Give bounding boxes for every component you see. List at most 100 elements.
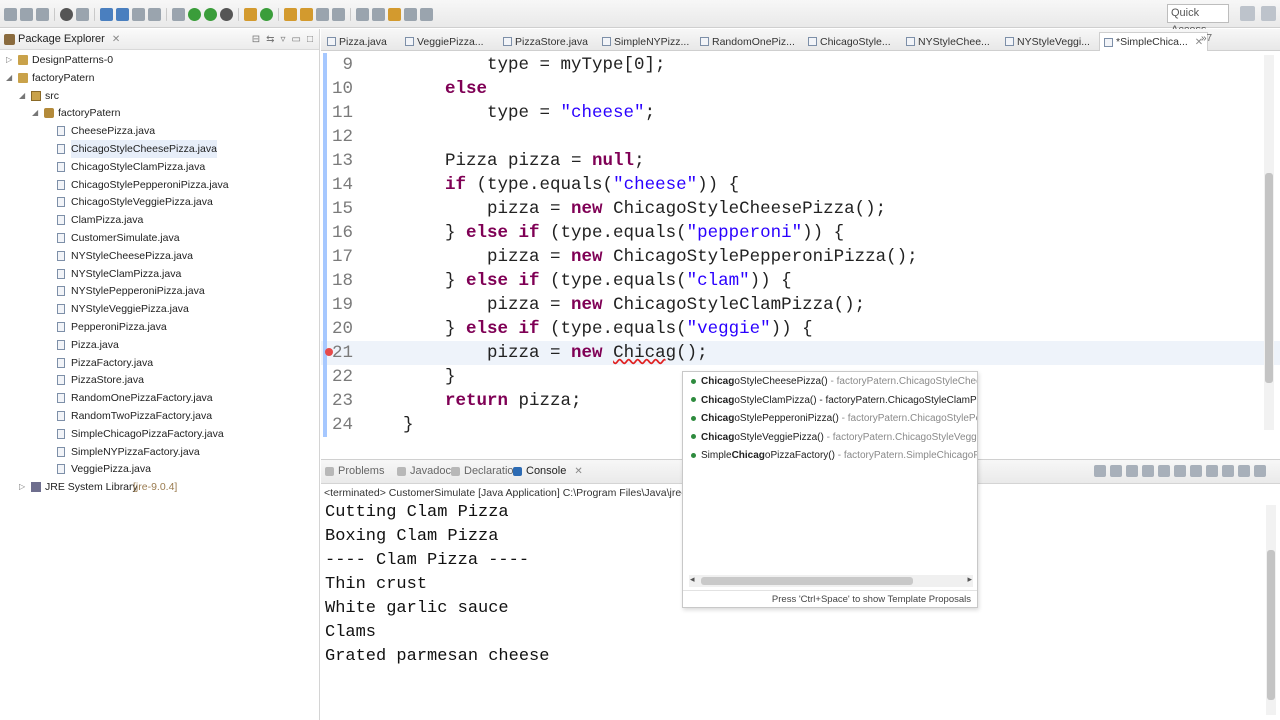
code-line[interactable]: 12: [321, 125, 1280, 149]
java-perspective-icon[interactable]: [1261, 6, 1276, 21]
proposal-item[interactable]: SimpleChicagoPizzaFactory() - factoryPat…: [691, 447, 977, 465]
tree-item[interactable]: ChicagoStylePepperoniPizza.java: [0, 176, 320, 194]
code-line[interactable]: 9 type = myType[0];: [321, 53, 1280, 77]
editor-scrollbar[interactable]: [1264, 55, 1274, 430]
close-icon[interactable]: ✕: [574, 466, 582, 477]
tree-item[interactable]: Pizza.java: [0, 336, 320, 354]
back-icon[interactable]: [404, 7, 417, 21]
last-edit-icon[interactable]: [388, 7, 401, 21]
tree-item[interactable]: SimpleNYPizzaFactory.java: [0, 443, 320, 461]
prev-annotation-icon[interactable]: [372, 7, 385, 21]
open-task-icon[interactable]: [300, 7, 313, 21]
maximize-icon[interactable]: [1254, 465, 1266, 477]
debug-icon[interactable]: [172, 7, 185, 21]
quick-access-field[interactable]: Quick Access: [1167, 4, 1229, 36]
code-line[interactable]: 21 pizza = new Chicag();: [321, 341, 1280, 365]
terminal-icon[interactable]: [76, 7, 89, 21]
expanded-arrow-icon[interactable]: ◢: [19, 91, 28, 100]
new-class-icon[interactable]: [260, 7, 273, 21]
console-scrollbar-thumb[interactable]: [1267, 550, 1275, 700]
code-line[interactable]: 17 pizza = new ChicagoStylePepperoniPizz…: [321, 245, 1280, 269]
maximize-icon[interactable]: □: [307, 34, 313, 45]
annotation-icon[interactable]: [332, 7, 345, 21]
terminate-icon[interactable]: [1094, 465, 1106, 477]
word-wrap-icon[interactable]: [1174, 465, 1186, 477]
proposal-item[interactable]: ChicagoStyleClamPizza() - factoryPatern.…: [691, 392, 977, 410]
tree-item[interactable]: ▷ JRE System Library [jre-9.0.4]: [0, 478, 320, 496]
open-perspective-icon[interactable]: [1240, 6, 1255, 21]
tree-item[interactable]: SimpleChicagoPizzaFactory.java: [0, 425, 320, 443]
tree-item[interactable]: PepperoniPizza.java: [0, 318, 320, 336]
open-console-icon[interactable]: [1222, 465, 1234, 477]
tree-item[interactable]: ChicagoStyleCheesePizza.java: [0, 139, 320, 158]
tree-item[interactable]: RandomOnePizzaFactory.java: [0, 389, 320, 407]
pin-console-icon[interactable]: [1190, 465, 1202, 477]
editor-tab[interactable]: PizzaStore.java: [503, 32, 588, 51]
minimize-icon[interactable]: [1238, 465, 1250, 477]
tree-item[interactable]: ◢ src: [0, 87, 320, 105]
scroll-lock-icon[interactable]: [1158, 465, 1170, 477]
new-file-icon[interactable]: [4, 7, 17, 21]
proposal-item[interactable]: ChicagoStylePepperoniPizza() - factoryPa…: [691, 410, 977, 428]
tree-item[interactable]: ◢ factoryPatern: [0, 69, 320, 87]
remove-all-icon[interactable]: [1126, 465, 1138, 477]
editor-scrollbar-thumb[interactable]: [1265, 173, 1273, 383]
link-editor-icon[interactable]: ⇆: [266, 34, 274, 45]
tree-item[interactable]: NYStyleVeggiePizza.java: [0, 300, 320, 318]
tab-overflow-indicator[interactable]: »7: [1201, 33, 1212, 44]
tree-item[interactable]: PizzaFactory.java: [0, 354, 320, 372]
console-scrollbar[interactable]: [1266, 505, 1276, 715]
editor-tab[interactable]: VeggiePizza...: [405, 32, 484, 51]
code-line[interactable]: 16 } else if (type.equals("pepperoni")) …: [321, 221, 1280, 245]
tree-item[interactable]: VeggiePizza.java: [0, 460, 320, 478]
proposal-item[interactable]: ChicagoStyleVeggiePizza() - factoryPater…: [691, 429, 977, 447]
tree-item[interactable]: NYStylePepperoniPizza.java: [0, 282, 320, 300]
run-icon[interactable]: [188, 7, 201, 21]
coverage-icon[interactable]: [204, 7, 217, 21]
save-icon[interactable]: [20, 7, 33, 21]
minimize-icon[interactable]: ▭: [292, 34, 301, 45]
editor-tab[interactable]: RandomOnePiz...: [700, 32, 795, 51]
external-tools-icon[interactable]: [220, 7, 233, 21]
collapsed-arrow-icon[interactable]: ▷: [19, 482, 28, 491]
proposal-scrollbar-thumb[interactable]: [701, 577, 913, 585]
settings-icon[interactable]: [60, 7, 73, 21]
tree-item[interactable]: ChicagoStyleVeggiePizza.java: [0, 193, 320, 211]
code-line[interactable]: 11 type = "cheese";: [321, 101, 1280, 125]
tree-item[interactable]: RandomTwoPizzaFactory.java: [0, 407, 320, 425]
show-whitespace-icon[interactable]: [148, 7, 161, 21]
view-menu-icon[interactable]: ▿: [280, 34, 285, 45]
search-icon[interactable]: [316, 7, 329, 21]
block-selection-icon[interactable]: [132, 7, 145, 21]
save-all-icon[interactable]: [36, 7, 49, 21]
open-type-icon[interactable]: [284, 7, 297, 21]
mark-occurrences-icon[interactable]: [100, 7, 113, 21]
tree-item[interactable]: CustomerSimulate.java: [0, 229, 320, 247]
editor-tab[interactable]: *SimpleChica... ✕: [1099, 32, 1209, 51]
scroll-left-icon[interactable]: ◂: [690, 574, 695, 585]
remove-launch-icon[interactable]: [1110, 465, 1122, 477]
new-project-icon[interactable]: [244, 7, 257, 21]
bottom-tab[interactable]: Problems: [325, 465, 384, 477]
tree-item[interactable]: ClamPizza.java: [0, 211, 320, 229]
scroll-right-icon[interactable]: ▸: [967, 574, 972, 585]
code-line[interactable]: 10 else: [321, 77, 1280, 101]
bottom-tab[interactable]: Console ✕: [513, 465, 583, 477]
proposal-scrollbar[interactable]: ◂ ▸: [689, 574, 973, 587]
editor-tab[interactable]: NYStyleVeggi...: [1005, 32, 1090, 51]
expanded-arrow-icon[interactable]: ◢: [32, 108, 41, 117]
collapse-all-icon[interactable]: ⊟: [252, 34, 260, 45]
editor-tab[interactable]: Pizza.java: [327, 32, 387, 51]
package-explorer-tab[interactable]: Package Explorer ✕: [4, 33, 120, 45]
editor-tab[interactable]: ChicagoStyle...: [808, 32, 891, 51]
close-icon[interactable]: ✕: [112, 34, 120, 45]
editor-tab[interactable]: NYStyleChee...: [906, 32, 990, 51]
next-annotation-icon[interactable]: [356, 7, 369, 21]
code-line[interactable]: 19 pizza = new ChicagoStyleClamPizza();: [321, 293, 1280, 317]
proposal-item[interactable]: ChicagoStyleCheesePizza() - factoryPater…: [691, 373, 977, 391]
tree-item[interactable]: NYStyleCheesePizza.java: [0, 247, 320, 265]
editor-tab[interactable]: SimpleNYPizz...: [602, 32, 689, 51]
forward-icon[interactable]: [420, 7, 433, 21]
collapsed-arrow-icon[interactable]: ▷: [6, 55, 15, 64]
expanded-arrow-icon[interactable]: ◢: [6, 73, 15, 82]
